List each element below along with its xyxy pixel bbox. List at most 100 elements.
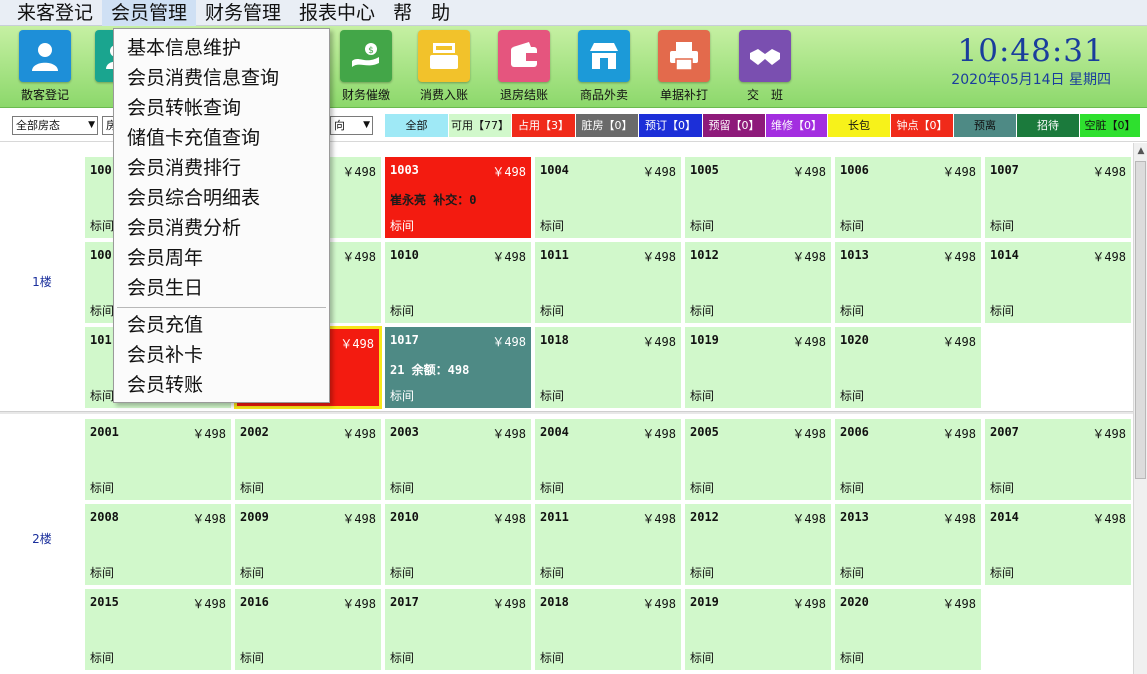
floor-divider	[0, 411, 1133, 414]
member-menu-item[interactable]: 会员生日	[114, 273, 329, 303]
status-filter-button[interactable]: 可用【77】	[449, 114, 512, 137]
finance-collection-button[interactable]: $ 财务催缴	[331, 30, 401, 103]
member-menu-item[interactable]: 基本信息维护	[114, 33, 329, 63]
room-card[interactable]: 1014 ￥498 标间	[984, 241, 1132, 324]
room-number: 1004	[540, 163, 569, 177]
room-card[interactable]: 2008 ￥498 标间	[84, 503, 232, 586]
member-menu-item[interactable]: 会员周年	[114, 243, 329, 273]
room-card[interactable]: 2003 ￥498 标间	[384, 418, 532, 501]
room-card[interactable]: 2001 ￥498 标间	[84, 418, 232, 501]
room-price: ￥498	[942, 165, 976, 179]
room-card[interactable]: 2002 ￥498 标间	[234, 418, 382, 501]
tool-label: 退房结账	[499, 88, 548, 102]
status-filter-button[interactable]: 全部	[385, 114, 449, 137]
room-card[interactable]: 2010 ￥498 标间	[384, 503, 532, 586]
menu-help[interactable]: 帮 助	[384, 0, 459, 26]
status-filter-button[interactable]: 钟点【0】	[891, 114, 954, 137]
room-type: 标间	[540, 389, 565, 403]
room-guest-info: 21 余额：498	[390, 363, 470, 377]
member-menu-item[interactable]: 会员补卡	[114, 340, 329, 370]
room-card[interactable]: 1007 ￥498 标间	[984, 156, 1132, 239]
status-filter-button[interactable]: 长包	[828, 114, 891, 137]
room-card[interactable]: 2006 ￥498 标间	[834, 418, 982, 501]
room-card[interactable]: 2004 ￥498 标间	[534, 418, 682, 501]
room-number: 1006	[840, 163, 869, 177]
status-filter-button[interactable]: 招待	[1017, 114, 1080, 137]
room-card[interactable]: 1003 ￥498 崔永亮 补交：0 标间	[384, 156, 532, 239]
room-number: 101	[90, 333, 112, 347]
printer-icon	[658, 30, 710, 82]
member-menu-item[interactable]: 会员消费信息查询	[114, 63, 329, 93]
room-card[interactable]: 1017 ￥498 21 余额：498 标间	[384, 326, 532, 409]
reprint-receipt-button[interactable]: 单据补打	[649, 30, 719, 103]
vertical-scrollbar[interactable]: ▲	[1133, 143, 1147, 674]
menu-report-center[interactable]: 报表中心	[290, 0, 384, 26]
consumption-entry-button[interactable]: 消费入账	[409, 30, 479, 103]
room-number: 1014	[990, 248, 1019, 262]
room-type: 标间	[990, 304, 1015, 318]
scroll-thumb[interactable]	[1135, 161, 1146, 479]
room-number: 2005	[690, 425, 719, 439]
menu-member-management[interactable]: 会员管理	[102, 0, 197, 26]
status-filter-button[interactable]: 占用【3】	[512, 114, 576, 137]
status-filter-button[interactable]: 空脏【0】	[1080, 114, 1141, 137]
status-filter-button[interactable]: 预留【0】	[703, 114, 766, 137]
room-price: ￥498	[492, 512, 526, 526]
room-number: 2004	[540, 425, 569, 439]
menu-guest-registration[interactable]: 来客登记	[8, 0, 102, 26]
room-card[interactable]: 2007 ￥498 标间	[984, 418, 1132, 501]
room-card[interactable]: 2005 ￥498 标间	[684, 418, 832, 501]
room-card[interactable]: 2014 ￥498 标间	[984, 503, 1132, 586]
room-card[interactable]: 1005 ￥498 标间	[684, 156, 832, 239]
room-card[interactable]: 1018 ￥498 标间	[534, 326, 682, 409]
member-menu-item[interactable]: 会员充值	[114, 310, 329, 340]
room-number: 2001	[90, 425, 119, 439]
room-card[interactable]: 2017 ￥498 标间	[384, 588, 532, 671]
room-card[interactable]: 1004 ￥498 标间	[534, 156, 682, 239]
room-number: 2018	[540, 595, 569, 609]
room-price: ￥498	[1092, 427, 1126, 441]
room-card[interactable]: 2016 ￥498 标间	[234, 588, 382, 671]
room-number: 2019	[690, 595, 719, 609]
room-card[interactable]: 1012 ￥498 标间	[684, 241, 832, 324]
checkout-button[interactable]: 退房结账	[489, 30, 559, 103]
menu-finance-management[interactable]: 财务管理	[196, 0, 290, 26]
room-card[interactable]: 2018 ￥498 标间	[534, 588, 682, 671]
walk-in-registration-button[interactable]: 散客登记	[10, 30, 80, 103]
room-card[interactable]: 2012 ￥498 标间	[684, 503, 832, 586]
member-menu-item[interactable]: 会员转帐查询	[114, 93, 329, 123]
room-price: ￥498	[942, 335, 976, 349]
member-menu-item[interactable]: 会员综合明细表	[114, 183, 329, 213]
room-card[interactable]: 1020 ￥498 标间	[834, 326, 982, 409]
cash-register-icon	[418, 30, 470, 82]
room-card[interactable]: 2015 ￥498 标间	[84, 588, 232, 671]
room-status-select[interactable]: 全部房态 ▼	[12, 116, 98, 135]
room-price: ￥498	[342, 427, 376, 441]
member-menu-item[interactable]: 储值卡充值查询	[114, 123, 329, 153]
shift-handover-button[interactable]: 交 班	[730, 30, 800, 103]
room-card[interactable]: 1010 ￥498 标间	[384, 241, 532, 324]
chevron-down-icon: ▼	[88, 120, 95, 130]
member-menu-item[interactable]: 会员转账	[114, 370, 329, 400]
goods-takeout-button[interactable]: 商品外卖	[569, 30, 639, 103]
room-card[interactable]: 1013 ￥498 标间	[834, 241, 982, 324]
room-card[interactable]: 2019 ￥498 标间	[684, 588, 832, 671]
room-card[interactable]: 2020 ￥498 标间	[834, 588, 982, 671]
room-card[interactable]: 2013 ￥498 标间	[834, 503, 982, 586]
room-type: 标间	[690, 566, 715, 580]
room-number: 1010	[390, 248, 419, 262]
room-card[interactable]: 1011 ￥498 标间	[534, 241, 682, 324]
status-filter-button[interactable]: 预订【0】	[639, 114, 703, 137]
room-card[interactable]: 2011 ￥498 标间	[534, 503, 682, 586]
room-card[interactable]: 1006 ￥498 标间	[834, 156, 982, 239]
scroll-up-icon[interactable]: ▲	[1134, 143, 1147, 159]
status-filter-button[interactable]: 维修【0】	[766, 114, 828, 137]
room-number: 2016	[240, 595, 269, 609]
status-filter-button[interactable]: 脏房【0】	[576, 114, 639, 137]
status-filter-button[interactable]: 预离	[954, 114, 1017, 137]
room-card[interactable]: 1019 ￥498 标间	[684, 326, 832, 409]
room-card[interactable]: 2009 ￥498 标间	[234, 503, 382, 586]
third-select[interactable]: 向 ▼	[330, 116, 373, 135]
member-menu-item[interactable]: 会员消费排行	[114, 153, 329, 183]
member-menu-item[interactable]: 会员消费分析	[114, 213, 329, 243]
